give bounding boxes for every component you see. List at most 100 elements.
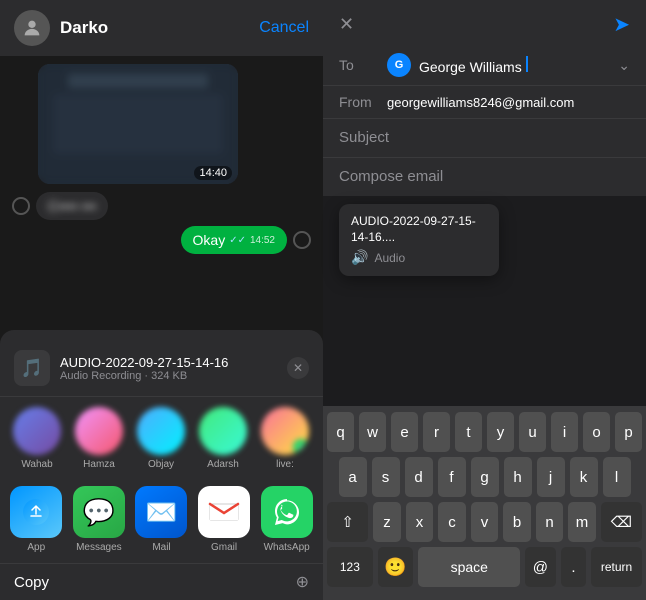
contact-item[interactable]: live: xyxy=(256,407,314,470)
message-row-right: Okay ✓✓ 14:52 xyxy=(8,226,315,254)
read-checkmarks: ✓✓ xyxy=(229,235,246,246)
attachment-type-label: Audio xyxy=(374,251,405,265)
contacts-row: Wahab Hamza Objay Adarsh live: xyxy=(0,397,323,480)
contact-item[interactable]: Adarsh xyxy=(194,407,252,470)
message-text-okay: Okay xyxy=(193,232,226,248)
key-d[interactable]: d xyxy=(405,457,433,497)
apps-row: App 💬 Messages ✉️ Mail xyxy=(0,480,323,563)
contact-avatar-objay xyxy=(137,407,185,455)
chat-header: Darko Cancel xyxy=(0,0,323,56)
contact-name-adarsh: Adarsh xyxy=(194,459,252,470)
copy-button[interactable]: Copy xyxy=(14,574,49,591)
key-v[interactable]: v xyxy=(471,502,499,542)
attachment-info: AUDIO-2022-09-27-15-14-16 Audio Recordin… xyxy=(60,355,277,382)
message-select-radio-right[interactable] xyxy=(293,231,311,249)
from-label: From xyxy=(339,94,379,110)
gmail-app-icon xyxy=(198,486,250,538)
close-attachment-button[interactable]: ✕ xyxy=(287,357,309,379)
contact-name-wahab: Wahab xyxy=(8,459,66,470)
key-z[interactable]: z xyxy=(373,502,401,542)
share-sheet: 🎵 AUDIO-2022-09-27-15-14-16 Audio Record… xyxy=(0,330,323,600)
keyboard: q w e r t y u i o p a s d f g h j k l ⇧ … xyxy=(323,406,646,600)
attachment-preview-popup: AUDIO-2022-09-27-15-14-16.... 🔊 Audio xyxy=(339,204,499,276)
message-bubble-left: C•••• ••• xyxy=(36,192,108,220)
key-t[interactable]: t xyxy=(455,412,482,452)
to-label: To xyxy=(339,57,379,73)
email-close-button[interactable]: ✕ xyxy=(339,14,354,35)
app-item-whatsapp[interactable]: WhatsApp xyxy=(258,486,315,553)
space-key[interactable]: space xyxy=(418,547,520,587)
numbers-key[interactable]: 123 xyxy=(327,547,373,587)
key-j[interactable]: j xyxy=(537,457,565,497)
message-row-left: C•••• ••• xyxy=(8,192,315,220)
key-f[interactable]: f xyxy=(438,457,466,497)
email-to-row: To G George Williams ⌄ xyxy=(323,45,646,86)
key-x[interactable]: x xyxy=(406,502,434,542)
subject-placeholder: Subject xyxy=(339,129,389,146)
email-topbar: ✕ ➤ xyxy=(323,0,646,45)
key-e[interactable]: e xyxy=(391,412,418,452)
email-subject-row[interactable]: Subject xyxy=(323,119,646,158)
right-panel: ✕ ➤ To G George Williams ⌄ From georgewi… xyxy=(323,0,646,600)
key-w[interactable]: w xyxy=(359,412,386,452)
contact-avatar-hamza xyxy=(75,407,123,455)
app-item-airdrop[interactable]: App xyxy=(8,486,65,553)
cancel-button[interactable]: Cancel xyxy=(259,19,309,37)
key-o[interactable]: o xyxy=(583,412,610,452)
avatar xyxy=(14,10,50,46)
chevron-down-icon[interactable]: ⌄ xyxy=(618,57,630,74)
contact-avatar-adarsh xyxy=(199,407,247,455)
key-b[interactable]: b xyxy=(503,502,531,542)
key-h[interactable]: h xyxy=(504,457,532,497)
app-label-mail: Mail xyxy=(152,542,170,553)
emoji-key[interactable]: 🙂 xyxy=(378,547,414,587)
key-g[interactable]: g xyxy=(471,457,499,497)
app-item-gmail[interactable]: Gmail xyxy=(196,486,253,553)
messages-icon-glyph: 💬 xyxy=(83,497,115,528)
whatsapp-app-icon xyxy=(261,486,313,538)
app-item-mail[interactable]: ✉️ Mail xyxy=(133,486,190,553)
email-send-button[interactable]: ➤ xyxy=(613,12,630,37)
key-u[interactable]: u xyxy=(519,412,546,452)
copy-extra-icon: ⊕ xyxy=(296,572,309,592)
app-item-messages[interactable]: 💬 Messages xyxy=(71,486,128,553)
backspace-key[interactable]: ⌫ xyxy=(601,502,642,542)
contact-name-hamza: Hamza xyxy=(70,459,128,470)
key-c[interactable]: c xyxy=(438,502,466,542)
message-bubble-right: Okay ✓✓ 14:52 xyxy=(181,226,287,254)
app-label-messages: Messages xyxy=(76,542,122,553)
attachment-file-icon: 🎵 xyxy=(14,350,50,386)
contact-item[interactable]: Objay xyxy=(132,407,190,470)
message-select-radio[interactable] xyxy=(12,197,30,215)
key-k[interactable]: k xyxy=(570,457,598,497)
left-panel: Darko Cancel 14:40 C•••• ••• Okay ✓✓ 14:… xyxy=(0,0,323,600)
app-label-whatsapp: WhatsApp xyxy=(264,542,310,553)
key-y[interactable]: y xyxy=(487,412,514,452)
key-r[interactable]: r xyxy=(423,412,450,452)
keyboard-row-2: a s d f g h j k l xyxy=(327,457,642,497)
email-compose-row[interactable]: Compose email xyxy=(323,158,646,196)
key-s[interactable]: s xyxy=(372,457,400,497)
key-i[interactable]: i xyxy=(551,412,578,452)
keyboard-row-4: 123 🙂 space @ . return xyxy=(327,547,642,587)
key-a[interactable]: a xyxy=(339,457,367,497)
audio-icon: 🎵 xyxy=(21,358,43,379)
contact-item[interactable]: Hamza xyxy=(70,407,128,470)
key-m[interactable]: m xyxy=(568,502,596,542)
at-key[interactable]: @ xyxy=(525,547,556,587)
contact-name-objay: Objay xyxy=(132,459,190,470)
attachment-type-row: 🔊 Audio xyxy=(351,249,487,266)
keyboard-row-1: q w e r t y u i o p xyxy=(327,412,642,452)
period-key[interactable]: . xyxy=(561,547,586,587)
contact-avatar-wahab xyxy=(13,407,61,455)
app-label-gmail: Gmail xyxy=(211,542,237,553)
contact-item[interactable]: Wahab xyxy=(8,407,66,470)
keyboard-row-3: ⇧ z x c v b n m ⌫ xyxy=(327,502,642,542)
message-timestamp-1: 14:40 xyxy=(194,166,232,180)
key-q[interactable]: q xyxy=(327,412,354,452)
shift-key[interactable]: ⇧ xyxy=(327,502,368,542)
key-l[interactable]: l xyxy=(603,457,631,497)
return-key[interactable]: return xyxy=(591,547,642,587)
key-n[interactable]: n xyxy=(536,502,564,542)
key-p[interactable]: p xyxy=(615,412,642,452)
